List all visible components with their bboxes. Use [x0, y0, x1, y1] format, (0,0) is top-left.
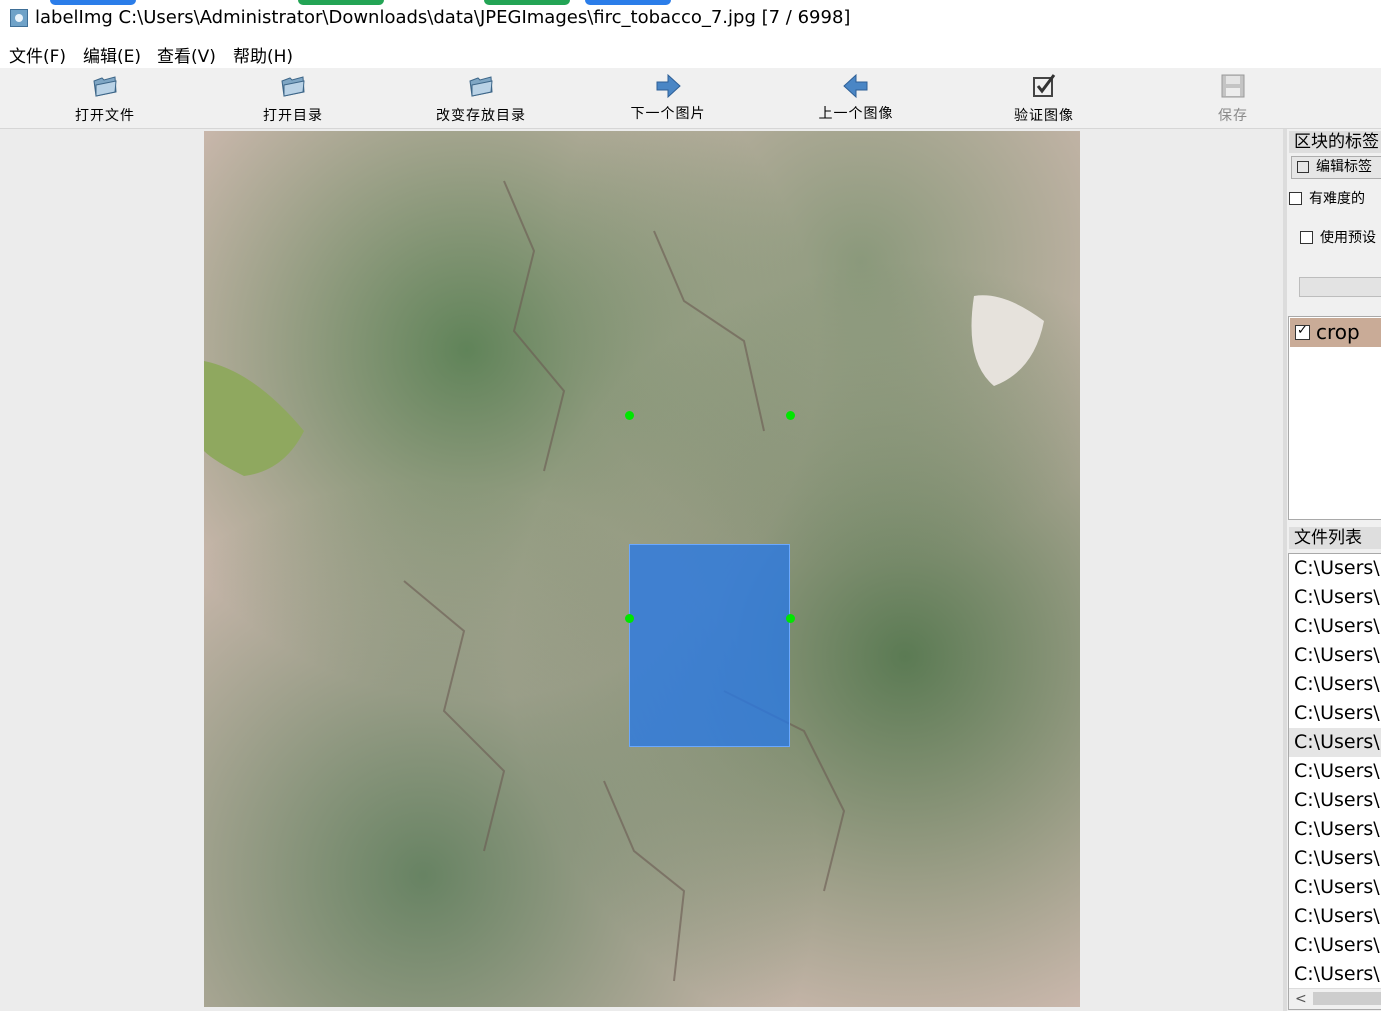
difficult-checkbox[interactable]: 有难度的: [1289, 188, 1365, 208]
window-title: labelImg C:\Users\Administrator\Download…: [35, 7, 851, 28]
file-list-item[interactable]: C:\Users\: [1289, 699, 1381, 728]
file-list-item[interactable]: C:\Users\: [1289, 612, 1381, 641]
file-list-item[interactable]: C:\Users\: [1289, 670, 1381, 699]
label-item-crop[interactable]: crop: [1290, 318, 1381, 347]
taskbar-accent: [585, 0, 671, 5]
box-labels-title: 区块的标签: [1289, 131, 1381, 153]
menu-help[interactable]: 帮助(H): [233, 42, 293, 67]
file-list-item[interactable]: C:\Users\: [1289, 641, 1381, 670]
file-list-item[interactable]: C:\Users\: [1289, 902, 1381, 931]
open-dir-label: 打开目录: [263, 108, 323, 124]
taskbar-accent: [484, 0, 570, 5]
label-item-text: crop: [1316, 320, 1360, 344]
prev-image-label: 上一个图像: [818, 106, 894, 122]
file-list-item[interactable]: C:\Users\: [1289, 960, 1381, 989]
arrow-left-icon: [843, 73, 868, 99]
arrow-right-icon: [656, 73, 681, 99]
verify-image-button[interactable]: 验证图像: [994, 68, 1094, 128]
folder-icon: [469, 76, 493, 97]
file-list: C:\Users\ C:\Users\ C:\Users\ C:\Users\ C:\U…: [1288, 553, 1381, 1010]
taskbar-accent: [298, 0, 384, 5]
image-canvas[interactable]: [0, 129, 1283, 1011]
open-file-button[interactable]: 打开文件: [55, 68, 155, 128]
next-image-button[interactable]: 下一个图片: [618, 68, 718, 128]
checkbox[interactable]: [1300, 231, 1313, 244]
taskbar-accent: [50, 0, 136, 5]
file-list-item[interactable]: C:\Users\: [1289, 583, 1381, 612]
title-bar: labelImg C:\Users\Administrator\Download…: [0, 0, 1381, 37]
open-dir-button[interactable]: 打开目录: [243, 68, 343, 128]
menu-edit[interactable]: 编辑(E): [83, 42, 141, 67]
label-list: crop: [1288, 316, 1381, 520]
file-list-item[interactable]: C:\Users\: [1289, 873, 1381, 902]
bbox-vertex-handle[interactable]: [786, 614, 795, 623]
file-list-item[interactable]: C:\Users\: [1289, 815, 1381, 844]
save-label: 保存: [1218, 108, 1248, 124]
toolbar: 打开文件 打开目录 改变存放目录 下一个图片 上一个图像 验证图像 保存: [0, 68, 1381, 129]
prev-image-button[interactable]: 上一个图像: [806, 68, 906, 128]
file-list-item[interactable]: C:\Users\: [1289, 728, 1381, 757]
edit-icon: [1297, 161, 1309, 173]
use-default-label-checkbox[interactable]: 使用预设: [1300, 227, 1376, 247]
file-list-item[interactable]: C:\Users\: [1289, 931, 1381, 960]
menu-view[interactable]: 查看(V): [157, 42, 216, 67]
scrollbar-thumb[interactable]: [1313, 992, 1381, 1005]
default-label-input[interactable]: [1299, 277, 1381, 297]
horizontal-scrollbar[interactable]: <: [1289, 988, 1381, 1009]
checkbox-icon: [1033, 74, 1056, 97]
file-list-item[interactable]: C:\Users\: [1289, 844, 1381, 873]
next-image-label: 下一个图片: [630, 106, 706, 122]
bbox-vertex-handle[interactable]: [625, 614, 634, 623]
bbox-vertex-handle[interactable]: [625, 411, 634, 420]
side-panel: 区块的标签 编辑标签 有难度的 使用预设 crop 文件列表 C:\Users\…: [1287, 129, 1381, 1011]
change-save-dir-label: 改变存放目录: [436, 108, 526, 124]
use-default-label-text: 使用预设: [1320, 230, 1376, 246]
bounding-box[interactable]: [629, 544, 790, 747]
checkbox-checked[interactable]: [1295, 321, 1310, 341]
verify-image-label: 验证图像: [1014, 108, 1074, 124]
file-list-item[interactable]: C:\Users\: [1289, 757, 1381, 786]
bbox-vertex-handle[interactable]: [786, 411, 795, 420]
file-list-item[interactable]: C:\Users\: [1289, 786, 1381, 815]
checkbox[interactable]: [1289, 192, 1302, 205]
menu-bar: 文件(F) 编辑(E) 查看(V) 帮助(H): [0, 36, 1381, 68]
edit-label-text: 编辑标签: [1316, 159, 1372, 175]
change-save-dir-button[interactable]: 改变存放目录: [421, 68, 541, 128]
save-icon: [1221, 74, 1245, 98]
scroll-left-icon[interactable]: <: [1295, 989, 1307, 1009]
edit-label-button[interactable]: 编辑标签: [1291, 156, 1381, 179]
difficult-label: 有难度的: [1309, 191, 1365, 207]
file-list-title: 文件列表: [1289, 527, 1381, 549]
menu-file[interactable]: 文件(F): [9, 42, 66, 67]
folder-icon: [93, 76, 117, 97]
app-icon: [10, 9, 28, 27]
save-button[interactable]: 保存: [1193, 68, 1273, 128]
folder-icon: [281, 76, 305, 97]
file-list-item[interactable]: C:\Users\: [1289, 554, 1381, 583]
open-file-label: 打开文件: [75, 108, 135, 124]
